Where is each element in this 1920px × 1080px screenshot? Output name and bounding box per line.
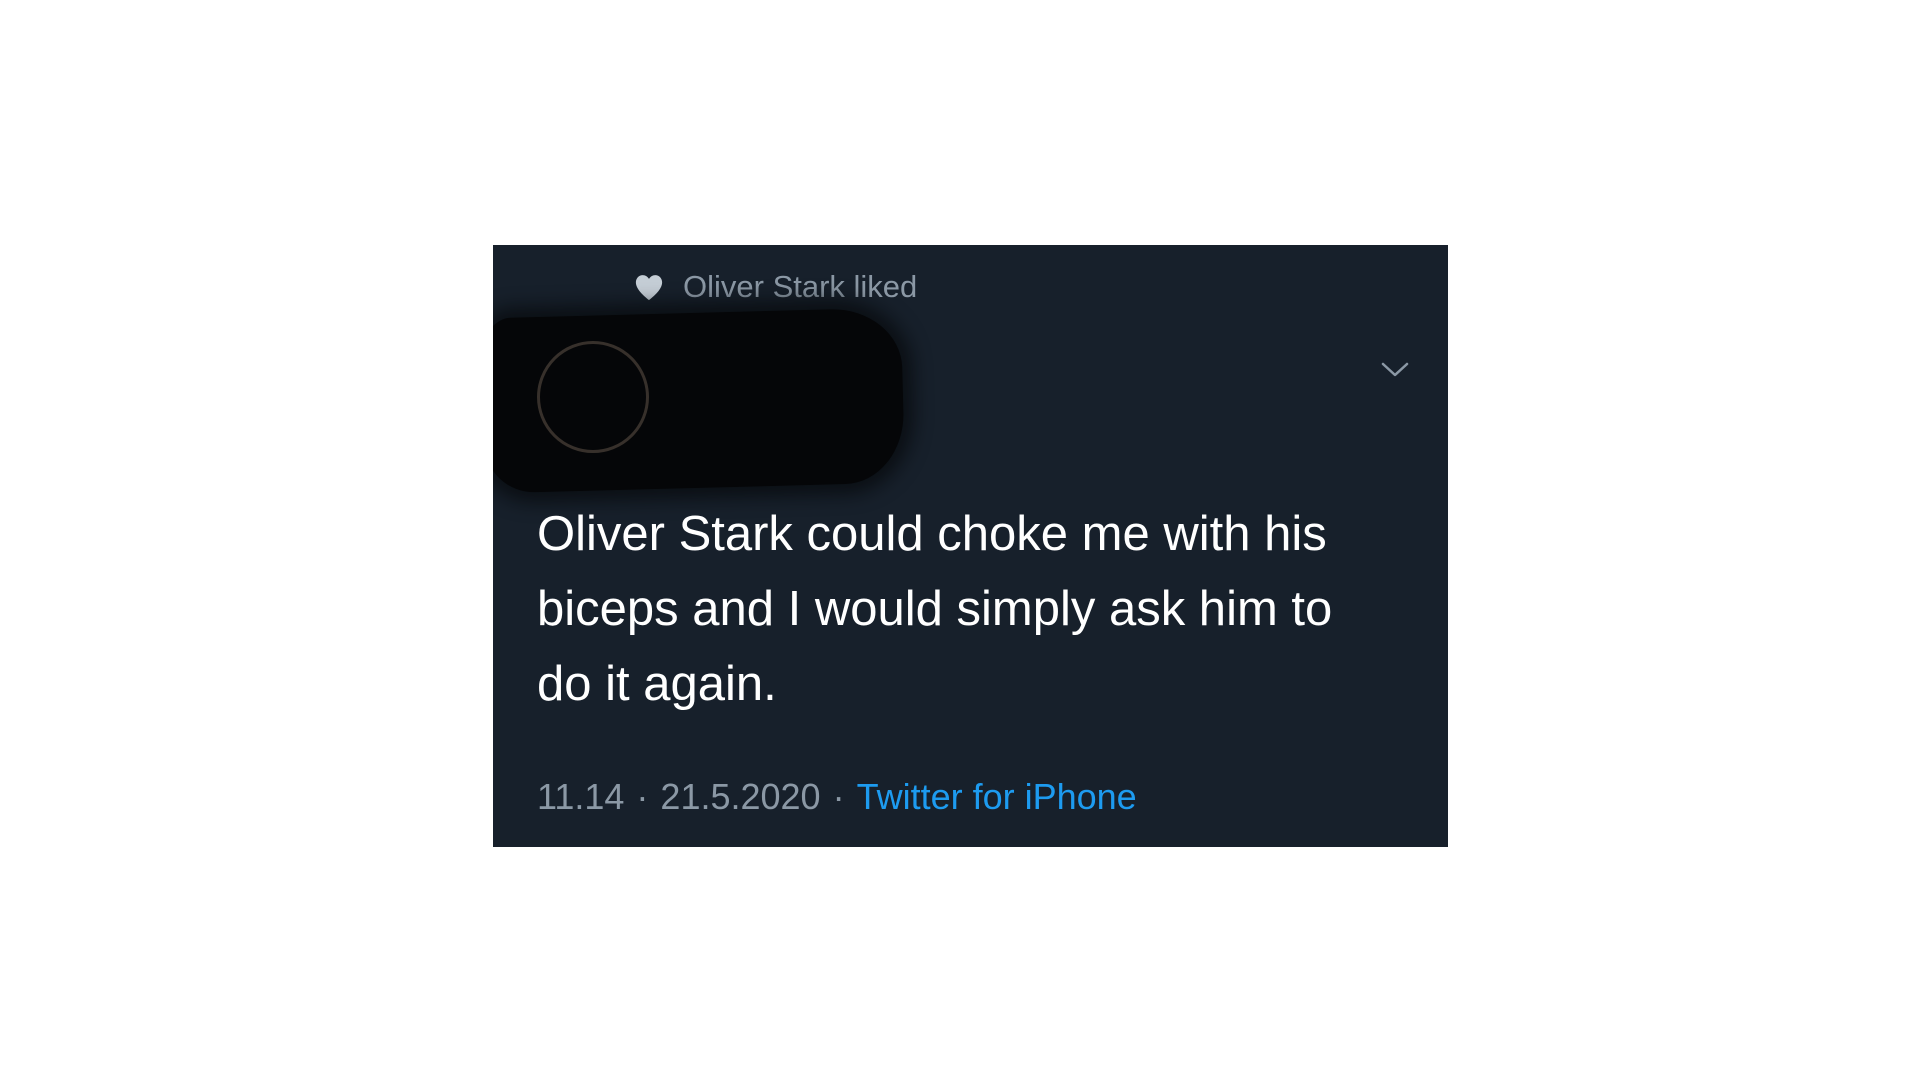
social-context: Oliver Stark liked: [633, 265, 917, 309]
tweet-menu-button[interactable]: [1373, 350, 1417, 394]
avatar[interactable]: [537, 341, 649, 453]
tweet-card[interactable]: Oliver Stark liked Oliver Stark could ch…: [493, 245, 1448, 847]
meta-separator: ·: [636, 776, 649, 817]
tweet-date[interactable]: 21.5.2020: [660, 776, 820, 818]
social-context-label: Oliver Stark liked: [683, 269, 918, 304]
tweet-time[interactable]: 11.14: [537, 776, 624, 818]
heart-icon: [633, 271, 665, 303]
tweet-meta: 11.14 · 21.5.2020 · Twitter for iPhone: [537, 772, 1137, 822]
meta-separator: ·: [832, 776, 845, 817]
tweet-text: Oliver Stark could choke me with his bic…: [537, 507, 1333, 711]
tweet-source-link[interactable]: Twitter for iPhone: [857, 776, 1137, 818]
chevron-down-icon: [1381, 362, 1409, 383]
